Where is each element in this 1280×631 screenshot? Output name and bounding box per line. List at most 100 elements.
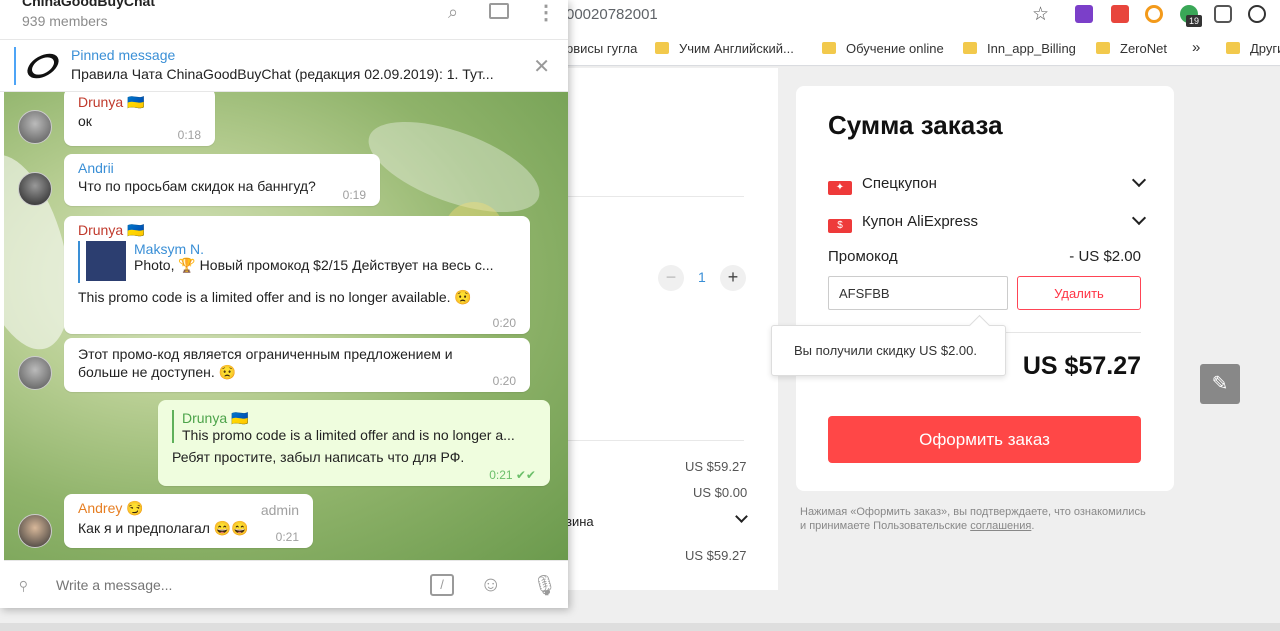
reply-quote[interactable]: Maksym N. Photo, 🏆 Новый промокод $2/15 … xyxy=(78,241,516,283)
bookmark-google-services[interactable]: рвисы гугла xyxy=(566,41,637,56)
message-bubble[interactable]: Andrey 😏 admin Как я и предполагал 😄😄 0:… xyxy=(64,494,313,548)
folder-icon xyxy=(1226,42,1240,54)
shipping-price: US $0.00 xyxy=(693,485,748,500)
message-author[interactable]: Andrey 😏 xyxy=(78,500,144,516)
special-coupon-row[interactable]: ✦ Спецкупон xyxy=(828,175,937,195)
quote-author: Maksym N. xyxy=(134,241,204,257)
avatar[interactable] xyxy=(18,356,52,390)
cart-items-card: − 1 + US $59.27 US $0.00 зина US $59.27 xyxy=(566,68,778,590)
pinned-thumbnail xyxy=(23,48,63,84)
cart-label: зина xyxy=(566,514,594,529)
order-summary-card: Сумма заказа ✦ Спецкупон $ Купон AliExpres… xyxy=(796,86,1174,491)
checkout-button[interactable]: Оформить заказ xyxy=(828,416,1141,463)
message-time: 0:21 xyxy=(275,530,299,544)
ali-coupon-row[interactable]: $ Купон AliExpress xyxy=(828,213,978,233)
promo-discount-value: - US $2.00 xyxy=(1069,248,1141,265)
message-text: Что по просьбам скидок на баннгуд? xyxy=(78,178,316,194)
terms-link[interactable]: соглашения xyxy=(970,520,1031,532)
message-author[interactable]: Drunya 🇺🇦 xyxy=(78,222,516,239)
message-author[interactable]: Drunya 🇺🇦 xyxy=(78,94,201,111)
message-author[interactable]: Andrii xyxy=(78,160,366,176)
chat-header: ChinaGoodBuyChat 939 members ⌕ ⋮ xyxy=(0,0,568,40)
message-time: 0:20 xyxy=(492,374,516,388)
bookmark-other[interactable]: Други xyxy=(1226,41,1280,56)
message-bubble[interactable]: Drunya 🇺🇦 Maksym N. Photo, 🏆 Новый промо… xyxy=(64,216,530,334)
quote-text: This promo code is a limited offer and i… xyxy=(182,427,515,443)
star-icon[interactable]: ☆ xyxy=(1032,3,1049,26)
sidebar-toggle-icon[interactable] xyxy=(489,3,509,19)
commands-icon[interactable]: / xyxy=(430,574,454,596)
promo-code-label: Промокод xyxy=(828,248,898,265)
message-time: 0:21 ✔✔ xyxy=(489,468,536,482)
message-composer: ⌕ / ☺ 🎙 xyxy=(4,560,568,608)
extension-icon-purple[interactable] xyxy=(1075,5,1093,23)
discount-tooltip: Вы получили скидку US $2.00. xyxy=(771,325,1006,376)
pinned-title: Pinned message xyxy=(71,47,176,63)
reply-quote[interactable]: Drunya 🇺🇦 This promo code is a limited o… xyxy=(172,410,536,443)
coupon-icon: ✦ xyxy=(828,181,852,195)
telegram-window: ChinaGoodBuyChat 939 members ⌕ ⋮ Pinned … xyxy=(0,0,568,608)
folder-icon xyxy=(655,42,669,54)
microphone-icon[interactable]: 🎙 xyxy=(532,573,557,598)
folder-icon xyxy=(822,42,836,54)
extension-icon-orange[interactable] xyxy=(1145,5,1163,23)
avatar[interactable] xyxy=(18,514,52,548)
avatar[interactable] xyxy=(18,172,52,206)
bookmarks-overflow-button[interactable]: » xyxy=(1192,39,1200,56)
chat-title[interactable]: ChinaGoodBuyChat xyxy=(22,0,155,9)
bookmark-inn-app-billing[interactable]: Inn_app_Billing xyxy=(963,41,1076,56)
message-text: Этот промо-код является ограниченным пре… xyxy=(78,346,453,362)
message-bubble[interactable]: Этот промо-код является ограниченным пре… xyxy=(64,338,530,392)
pinned-message-bar[interactable]: Pinned message Правила Чата ChinaGoodBuy… xyxy=(0,40,568,92)
edit-icon[interactable]: ✎ xyxy=(1200,364,1240,404)
bookmark-zeronet[interactable]: ZeroNet xyxy=(1096,41,1167,56)
quantity-plus-button[interactable]: + xyxy=(720,265,746,291)
bookmark-online-learning[interactable]: Обучение online xyxy=(822,41,944,56)
message-bubble[interactable]: Andrii Что по просьбам скидок на баннгуд… xyxy=(64,154,380,206)
avatar[interactable] xyxy=(18,110,52,144)
member-count[interactable]: 939 members xyxy=(22,13,108,29)
order-summary-title: Сумма заказа xyxy=(828,110,1003,140)
admin-badge: admin xyxy=(260,502,299,518)
promo-code-input[interactable] xyxy=(828,276,1008,310)
emoji-icon[interactable]: ☺ xyxy=(480,573,501,597)
message-text: Как я и предполагал 😄😄 xyxy=(78,520,249,536)
divider xyxy=(566,440,744,441)
message-text: This promo code is a limited offer and i… xyxy=(78,289,472,305)
chat-history[interactable]: Drunya 🇺🇦 ок 0:18 Andrii Что по просьбам… xyxy=(4,92,568,560)
chevron-down-icon[interactable] xyxy=(735,510,748,523)
folder-icon xyxy=(963,42,977,54)
close-icon[interactable]: ✕ xyxy=(533,54,550,79)
subtotal-price: US $59.27 xyxy=(685,459,747,474)
cart-total-price: US $59.27 xyxy=(685,548,747,563)
divider xyxy=(566,196,744,197)
terms-disclaimer: Нажимая «Оформить заказ», вы подтверждае… xyxy=(800,506,1146,532)
message-input[interactable] xyxy=(56,573,416,597)
chevron-down-icon[interactable] xyxy=(1131,172,1147,188)
order-total: US $57.27 xyxy=(1022,352,1141,380)
message-time: 0:19 xyxy=(342,188,366,202)
folder-icon xyxy=(1096,42,1110,54)
message-text: больше не доступен. 😟 xyxy=(78,364,237,380)
search-icon[interactable]: ⌕ xyxy=(448,2,458,23)
message-time: 0:20 xyxy=(492,316,516,330)
message-text: Ребят простите, забыл написать что для Р… xyxy=(172,449,465,465)
delete-promo-button[interactable]: Удалить xyxy=(1017,276,1141,310)
extension-icon-red[interactable] xyxy=(1111,5,1129,23)
quote-thumbnail xyxy=(86,241,126,281)
quantity-minus-button[interactable]: − xyxy=(658,265,684,291)
pinned-text: Правила Чата ChinaGoodBuyChat (редакция … xyxy=(71,66,494,82)
quote-author: Drunya 🇺🇦 xyxy=(182,410,249,426)
quantity-value[interactable]: 1 xyxy=(698,269,706,285)
more-menu-icon[interactable]: ⋮ xyxy=(536,0,556,25)
outgoing-message-bubble[interactable]: Drunya 🇺🇦 This promo code is a limited o… xyxy=(158,400,550,486)
chevron-down-icon[interactable] xyxy=(1131,210,1147,226)
bookmark-english[interactable]: Учим Английский... xyxy=(655,41,794,56)
pocket-icon[interactable] xyxy=(1214,5,1232,23)
extension-icon-dark[interactable] xyxy=(1248,5,1266,23)
url-text[interactable]: 00020782001 xyxy=(566,6,658,23)
horizontal-scrollbar[interactable] xyxy=(0,623,1280,631)
message-bubble[interactable]: Drunya 🇺🇦 ок 0:18 xyxy=(64,92,215,146)
pinned-accent-bar xyxy=(14,47,16,85)
attach-icon[interactable]: ⌕ xyxy=(12,572,36,596)
